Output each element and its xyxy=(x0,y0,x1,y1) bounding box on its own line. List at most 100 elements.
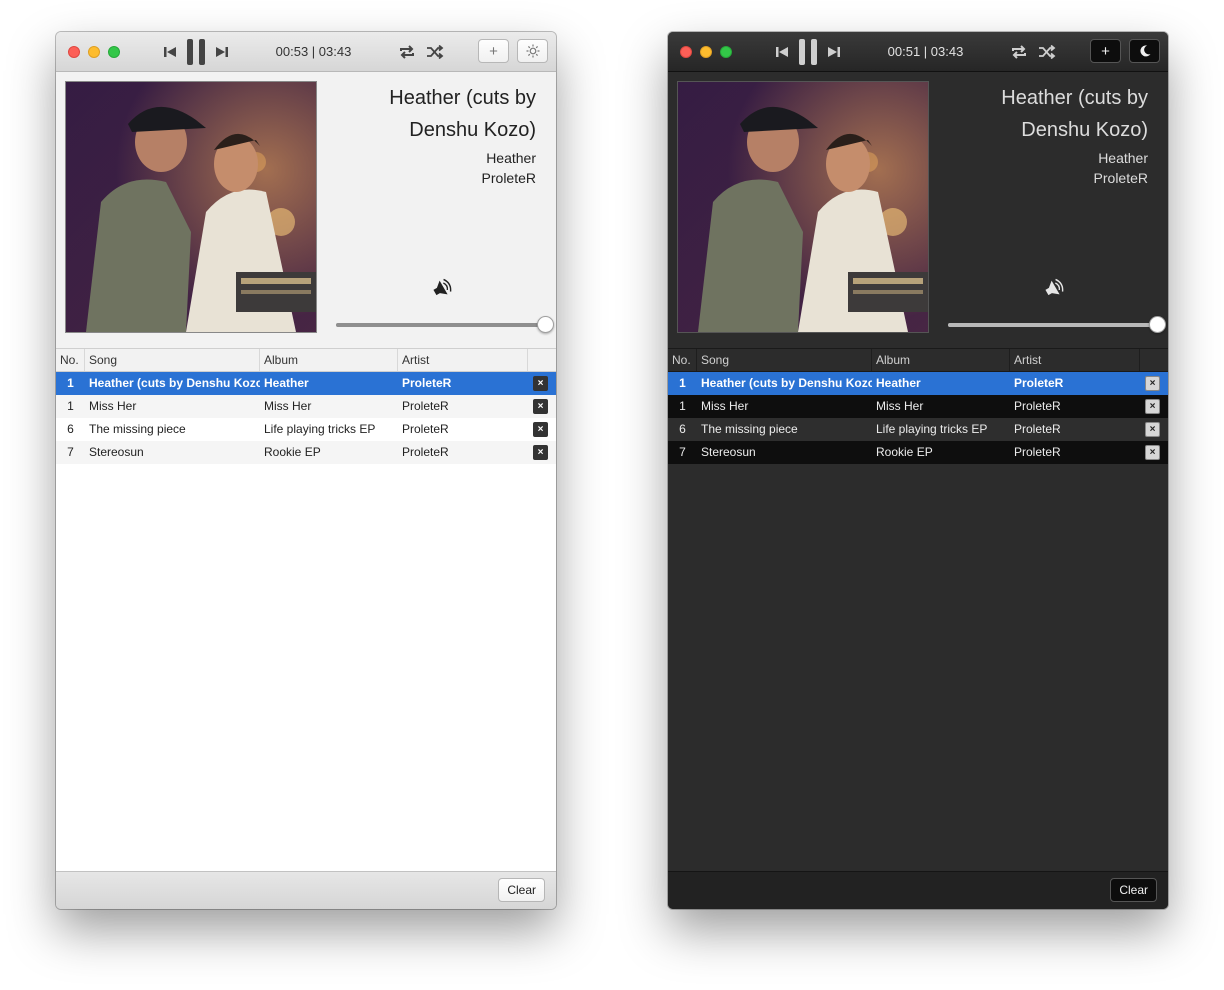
track-album: Miss Her xyxy=(264,399,312,413)
track-number: 6 xyxy=(67,422,74,436)
track-number: 1 xyxy=(67,399,74,413)
moon-icon xyxy=(1139,45,1150,57)
track-song: Stereosun xyxy=(701,445,756,459)
column-header-album[interactable]: Album xyxy=(260,349,398,371)
pause-icon xyxy=(799,39,817,65)
theme-toggle-button[interactable] xyxy=(1129,39,1160,63)
shuffle-button[interactable] xyxy=(424,32,446,72)
next-track-button[interactable] xyxy=(824,32,844,72)
clear-playlist-button[interactable]: Clear xyxy=(498,878,545,902)
track-actions: × xyxy=(528,445,556,460)
track-row[interactable]: 7 Stereosun Rookie EP ProleteR × xyxy=(668,441,1168,464)
minimize-window-button[interactable] xyxy=(88,46,100,58)
shuffle-icon xyxy=(427,45,444,59)
track-album: Life playing tricks EP xyxy=(876,422,988,436)
repeat-button[interactable] xyxy=(396,32,418,72)
track-row[interactable]: 6 The missing piece Life playing tricks … xyxy=(56,418,556,441)
track-number: 1 xyxy=(679,376,686,390)
sun-icon xyxy=(526,44,539,58)
column-header-album[interactable]: Album xyxy=(872,349,1010,371)
track-number: 7 xyxy=(67,445,74,459)
add-files-button[interactable]: + xyxy=(478,39,509,63)
track-artist: ProleteR xyxy=(1014,376,1064,390)
track-artist: ProleteR xyxy=(1014,399,1061,413)
remove-track-button[interactable]: × xyxy=(1145,422,1160,437)
track-row[interactable]: 1 Heather (cuts by Denshu Kozo) Heather … xyxy=(56,372,556,395)
player-window-dark: 00:51 | 03:43 + Heather (cuts by Denshu … xyxy=(668,32,1168,909)
footer-bar: Clear xyxy=(56,871,556,909)
track-row[interactable]: 1 Miss Her Miss Her ProleteR × xyxy=(56,395,556,418)
volume-slider[interactable] xyxy=(336,315,554,333)
volume-slider[interactable] xyxy=(948,315,1166,333)
track-row[interactable]: 1 Miss Her Miss Her ProleteR × xyxy=(668,395,1168,418)
minimize-window-button[interactable] xyxy=(700,46,712,58)
footer-bar: Clear xyxy=(668,871,1168,909)
skip-forward-icon xyxy=(828,47,840,57)
track-number: 1 xyxy=(679,399,686,413)
skip-back-icon xyxy=(776,47,788,57)
remove-track-button[interactable]: × xyxy=(1145,376,1160,391)
screenshot-stage: 00:53 | 03:43 + Heather (cuts by Denshu … xyxy=(0,0,1224,990)
playlist-header: No. Song Album Artist xyxy=(668,348,1168,372)
now-playing-album: Heather xyxy=(1098,150,1148,166)
column-header-no[interactable]: No. xyxy=(668,349,697,371)
track-song: Miss Her xyxy=(89,399,137,413)
track-album: Heather xyxy=(876,376,921,390)
repeat-button[interactable] xyxy=(1008,32,1030,72)
remove-track-button[interactable]: × xyxy=(1145,445,1160,460)
add-files-button[interactable]: + xyxy=(1090,39,1121,63)
time-display: 00:53 | 03:43 xyxy=(275,44,352,59)
clear-playlist-button[interactable]: Clear xyxy=(1110,878,1157,902)
previous-track-button[interactable] xyxy=(772,32,792,72)
remove-track-button[interactable]: × xyxy=(533,422,548,437)
speaker-icon xyxy=(433,278,452,296)
track-artist: ProleteR xyxy=(402,399,449,413)
remove-track-button[interactable]: × xyxy=(1145,399,1160,414)
track-actions: × xyxy=(1140,376,1168,391)
zoom-window-button[interactable] xyxy=(108,46,120,58)
pause-button[interactable] xyxy=(796,32,820,72)
column-header-actions xyxy=(1140,349,1168,371)
repeat-icon xyxy=(1012,45,1026,59)
theme-toggle-button[interactable] xyxy=(517,39,548,63)
track-row[interactable]: 7 Stereosun Rookie EP ProleteR × xyxy=(56,441,556,464)
volume-knob[interactable] xyxy=(1149,316,1166,333)
close-window-button[interactable] xyxy=(68,46,80,58)
track-row[interactable]: 1 Heather (cuts by Denshu Kozo) Heather … xyxy=(668,372,1168,395)
zoom-window-button[interactable] xyxy=(720,46,732,58)
volume-fill xyxy=(336,323,546,327)
track-song: Stereosun xyxy=(89,445,144,459)
remove-track-button[interactable]: × xyxy=(533,445,548,460)
volume-track xyxy=(948,323,1158,327)
previous-track-button[interactable] xyxy=(160,32,180,72)
track-song: Heather (cuts by Denshu Kozo) xyxy=(701,376,872,390)
playlist: No. Song Album Artist 1 Heather (cuts by… xyxy=(668,348,1168,871)
track-song: Heather (cuts by Denshu Kozo) xyxy=(89,376,260,390)
track-album: Miss Her xyxy=(876,399,924,413)
speaker-icon xyxy=(1045,278,1064,296)
column-header-artist[interactable]: Artist xyxy=(1010,349,1140,371)
shuffle-button[interactable] xyxy=(1036,32,1058,72)
remove-track-button[interactable]: × xyxy=(533,399,548,414)
close-window-button[interactable] xyxy=(680,46,692,58)
remove-track-button[interactable]: × xyxy=(533,376,548,391)
column-header-song[interactable]: Song xyxy=(85,349,260,371)
track-number: 7 xyxy=(679,445,686,459)
track-song: The missing piece xyxy=(89,422,186,436)
track-info: Heather (cuts by Denshu Kozo) Heather Pr… xyxy=(938,82,1148,188)
track-actions: × xyxy=(528,422,556,437)
pause-button[interactable] xyxy=(184,32,208,72)
track-album: Rookie EP xyxy=(264,445,321,459)
track-album: Life playing tricks EP xyxy=(264,422,376,436)
track-actions: × xyxy=(1140,399,1168,414)
column-header-no[interactable]: No. xyxy=(56,349,85,371)
column-header-song[interactable]: Song xyxy=(697,349,872,371)
column-header-actions xyxy=(528,349,556,371)
volume-knob[interactable] xyxy=(537,316,554,333)
track-info: Heather (cuts by Denshu Kozo) Heather Pr… xyxy=(326,82,536,188)
track-row[interactable]: 6 The missing piece Life playing tricks … xyxy=(668,418,1168,441)
now-playing-album: Heather xyxy=(486,150,536,166)
next-track-button[interactable] xyxy=(212,32,232,72)
column-header-artist[interactable]: Artist xyxy=(398,349,528,371)
track-artist: ProleteR xyxy=(1014,445,1061,459)
